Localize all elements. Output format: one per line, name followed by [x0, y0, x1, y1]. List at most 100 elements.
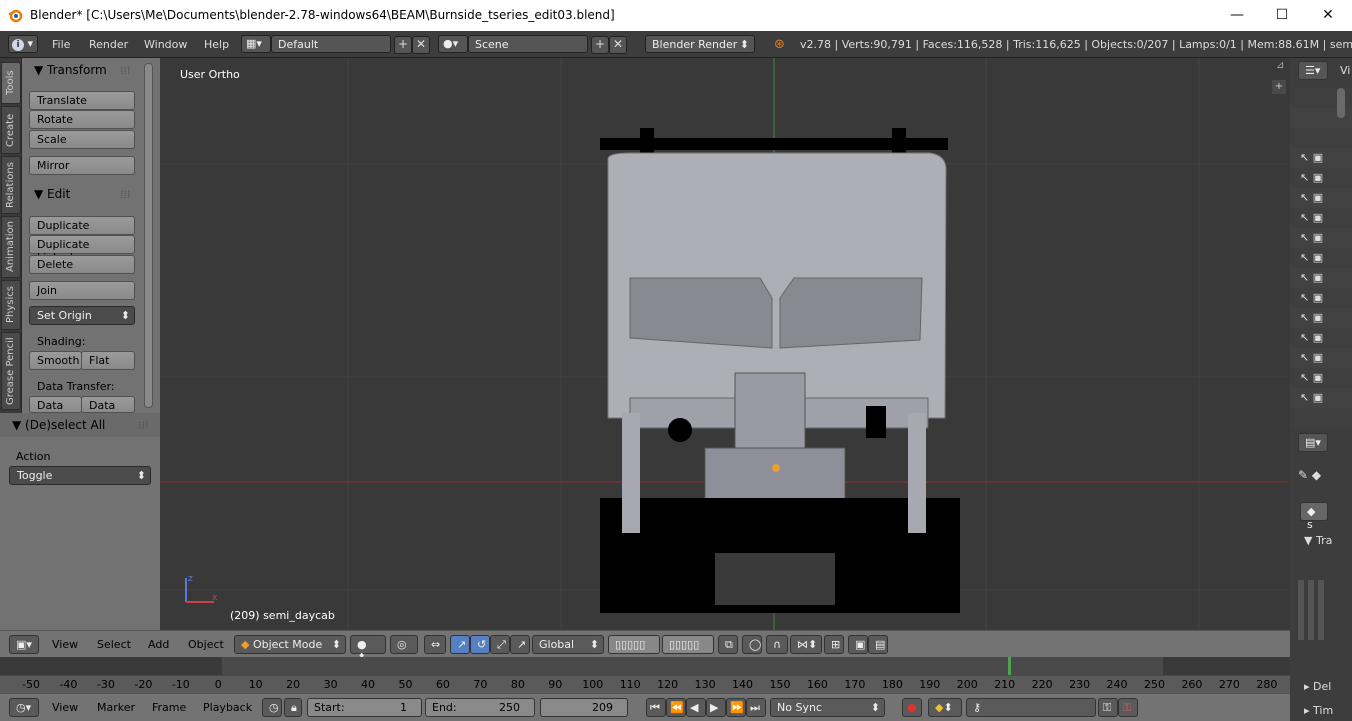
panel-drag-handle-icon[interactable]: ⁞⁞⁞ [138, 419, 149, 432]
menu-window[interactable]: Window [144, 38, 187, 51]
jump-end-button[interactable]: ⏭ [746, 698, 766, 717]
snap-toggle-button[interactable]: ∩ [766, 635, 788, 654]
rotate-button[interactable]: Rotate [29, 110, 135, 129]
delete-button[interactable]: Delete [29, 255, 135, 274]
auto-keying-button[interactable]: ● [902, 698, 922, 717]
play-button[interactable]: ▶ [706, 698, 726, 717]
properties-toggle-button[interactable]: + [1272, 80, 1286, 94]
lock-time-range-button[interactable]: 🔒︎ [284, 698, 302, 717]
3d-viewport[interactable]: User Ortho (209) semi_daycab z x ⊿ + [160, 58, 1288, 630]
jump-start-button[interactable]: ⏮ [646, 698, 666, 717]
outliner-editor-type-button[interactable]: ☰▾ [1298, 61, 1328, 80]
delta-panel-toggle[interactable]: ▸ Del [1304, 680, 1331, 693]
properties-sliders[interactable] [1298, 580, 1328, 640]
render-animation-button[interactable]: ▤ [868, 635, 888, 654]
outliner-scrollbar[interactable] [1337, 88, 1345, 118]
insert-keyframe-button[interactable]: ⚿ [1098, 698, 1118, 717]
duplicate-linked-button[interactable]: Duplicate Linked [29, 235, 135, 264]
snap-element-select[interactable]: ⋈⬍ [790, 635, 822, 654]
scale-manipulator-button[interactable]: ⤢ [490, 635, 510, 654]
layout-name-field[interactable]: Default [271, 35, 391, 53]
lock-camera-button[interactable]: ⧉ [718, 635, 738, 654]
menu-render[interactable]: Render [89, 38, 128, 51]
current-frame-indicator[interactable] [1008, 657, 1011, 675]
menu-view[interactable]: View [52, 638, 78, 651]
tab-create[interactable]: Create [1, 106, 21, 154]
timeline-menu-marker[interactable]: Marker [97, 701, 135, 714]
menu-select[interactable]: Select [97, 638, 131, 651]
mode-select[interactable]: ◆ Object Mode ⬍ [234, 635, 346, 654]
maximize-button[interactable]: ☐ [1259, 0, 1305, 31]
delete-keyframe-button[interactable]: ⚿ [1118, 698, 1138, 717]
pivot-point-select[interactable]: ◎ [390, 635, 418, 654]
duplicate-button[interactable]: Duplicate [29, 216, 135, 235]
tab-tools[interactable]: Tools [1, 62, 21, 104]
snap-target-button[interactable]: ⊞ [824, 635, 844, 654]
viewport-shading-select[interactable]: ● ⬍ [350, 635, 386, 664]
remove-scene-button[interactable]: ✕ [609, 36, 627, 54]
layer-buttons-group-2[interactable]: ▯▯▯▯▯ [662, 635, 714, 654]
extra-manipulator-button[interactable]: ↗ [510, 635, 530, 654]
timeline[interactable]: -50 -40 -30 -20 -10 0 10 20 30 40 50 60 70 80 90 100 110… [0, 657, 1290, 693]
timeline-menu-playback[interactable]: Playback [203, 701, 252, 714]
timeline-menu-view[interactable]: View [52, 701, 78, 714]
transform-panel-toggle[interactable]: ▼ Tra [1304, 534, 1332, 547]
jump-keyframe-forward-button[interactable]: ⏩ [726, 698, 746, 717]
add-scene-button[interactable]: + [591, 36, 609, 54]
preview-range-button[interactable]: ◷ [262, 698, 282, 717]
menu-object[interactable]: Object [188, 638, 224, 651]
proportional-edit-button[interactable]: ◯ [742, 635, 762, 654]
object-data-button[interactable]: ◆ s [1300, 502, 1328, 531]
render-opengl-button[interactable]: ▣ [848, 635, 868, 654]
scale-button[interactable]: Scale [29, 130, 135, 149]
layer-buttons-group-1[interactable]: ▯▯▯▯▯ [608, 635, 660, 654]
time-panel-toggle[interactable]: ▸ Tim [1304, 704, 1333, 717]
mirror-button[interactable]: Mirror [29, 156, 135, 175]
menu-add[interactable]: Add [148, 638, 169, 651]
panel-drag-handle-icon[interactable]: ⁞⁞⁞ [120, 64, 131, 77]
start-frame-field[interactable]: Start: 1 [307, 698, 422, 717]
tab-relations[interactable]: Relations [1, 156, 21, 214]
tab-physics[interactable]: Physics [1, 280, 21, 330]
transform-orientation-select[interactable]: Global ⬍ [532, 635, 604, 654]
outliner-restrict-icons[interactable]: ↖ ▣ ↖ ▣ ↖ ▣ ↖ ▣ ↖ ▣ ↖ ▣ ↖ ▣ ↖ ▣ ↖ ▣ ↖ ▣ ↖ ▣ ↖ ▣ ↖ ▣ [1300, 148, 1323, 408]
properties-context-icons[interactable]: ✎ ◆ [1298, 468, 1321, 482]
rotate-manipulator-button[interactable]: ↺ [470, 635, 490, 654]
set-origin-dropdown[interactable]: Set Origin ⬍ [29, 306, 135, 325]
jump-keyframe-back-button[interactable]: ⏪ [666, 698, 686, 717]
tab-grease-pencil[interactable]: Grease Pencil [1, 332, 21, 410]
translate-manipulator-button[interactable]: ↗ [450, 635, 470, 654]
action-dropdown[interactable]: Toggle ⬍ [9, 466, 151, 485]
layout-selector-button[interactable]: ▦▾ [241, 35, 271, 53]
scene-name-field[interactable]: Scene [468, 35, 588, 53]
active-keying-set-field[interactable]: ⚷ [966, 698, 1096, 717]
play-reverse-button[interactable]: ◀ [686, 698, 706, 717]
deselect-all-panel-header[interactable]: ▼ (De)select All [12, 418, 105, 432]
viewport-corner-widget[interactable]: ⊿ [1276, 60, 1284, 71]
translate-button[interactable]: Translate [29, 91, 135, 110]
transform-panel-header[interactable]: ▼ Transform [34, 63, 107, 77]
menu-help[interactable]: Help [204, 38, 229, 51]
remove-layout-button[interactable]: ✕ [412, 36, 430, 54]
join-button[interactable]: Join [29, 281, 135, 300]
close-button[interactable]: ✕ [1305, 0, 1351, 31]
smooth-shading-button[interactable]: Smooth [29, 351, 82, 370]
menu-file[interactable]: File [52, 38, 70, 51]
timeline-ruler[interactable]: -50 -40 -30 -20 -10 0 10 20 30 40 50 60 70 80 90 100 110… [0, 676, 1290, 693]
edit-panel-header[interactable]: ▼ Edit [34, 187, 70, 201]
keying-set-select[interactable]: ◆⬍ [928, 698, 962, 717]
end-frame-field[interactable]: End: 250 [425, 698, 535, 717]
timeline-editor-type-button[interactable]: ◷▾ [9, 698, 39, 717]
data-layers-button[interactable]: Data La [81, 396, 135, 413]
flat-shading-button[interactable]: Flat [81, 351, 135, 370]
data-transfer-button[interactable]: Data [29, 396, 82, 413]
manipulator-toggle-button[interactable]: ⇔ [424, 635, 446, 654]
sync-mode-select[interactable]: No Sync ⬍ [770, 698, 885, 717]
panel-drag-handle-icon[interactable]: ⁞⁞⁞ [120, 188, 131, 201]
tool-shelf-scrollbar[interactable] [144, 63, 153, 408]
properties-editor-type-button[interactable]: ▤▾ [1298, 433, 1328, 452]
timeline-menu-frame[interactable]: Frame [152, 701, 186, 714]
tab-animation[interactable]: Animation [1, 216, 21, 278]
scene-selector-button[interactable]: ●▾ [438, 35, 468, 53]
add-layout-button[interactable]: + [394, 36, 412, 54]
